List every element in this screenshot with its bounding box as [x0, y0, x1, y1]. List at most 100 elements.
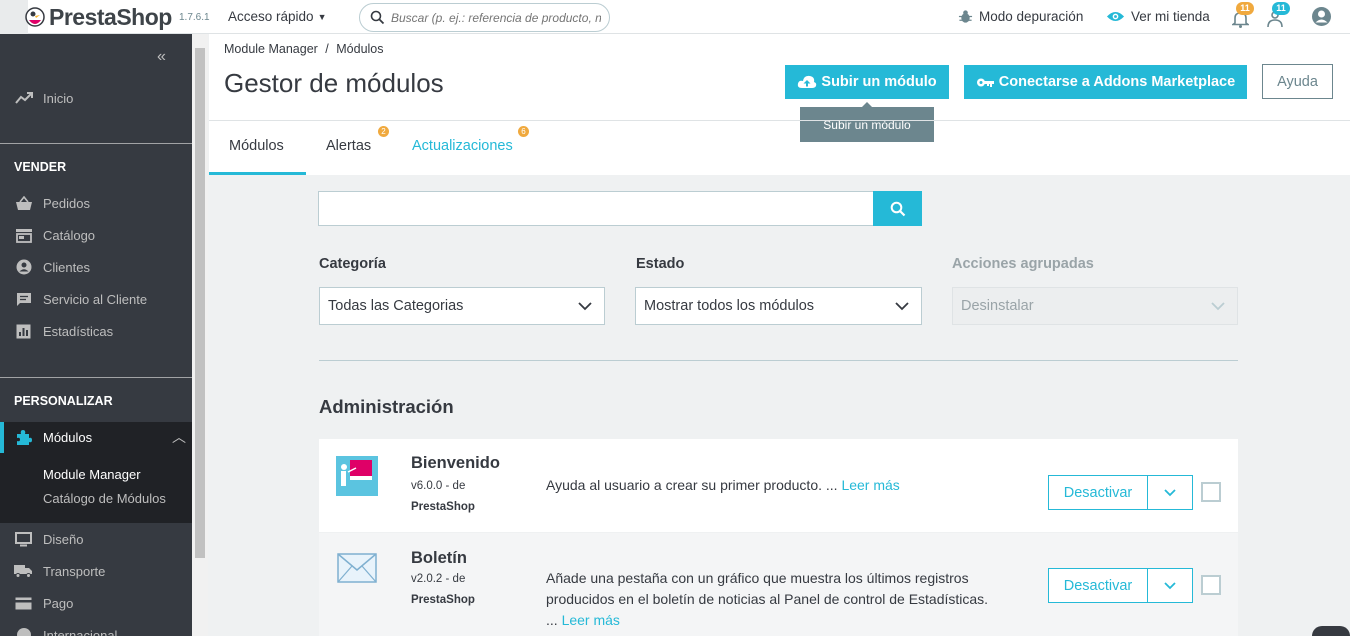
- sidebar-item-label: Catálogo: [43, 227, 96, 243]
- sidebar-section-personalizar: PERSONALIZAR: [14, 394, 113, 408]
- module-author: PrestaShop: [411, 594, 475, 606]
- upload-module-button[interactable]: Subir un módulo: [785, 65, 949, 99]
- module-actions-dropdown[interactable]: [1148, 476, 1192, 509]
- sidebar-scrollbar[interactable]: [192, 34, 208, 636]
- category-select[interactable]: Todas las Categorias: [319, 287, 605, 325]
- page-header: Module Manager / Módulos Gestor de módul…: [209, 34, 1350, 175]
- module-welcome-icon: [336, 456, 378, 496]
- status-select[interactable]: Mostrar todos los módulos: [635, 287, 922, 325]
- page-title: Gestor de módulos: [224, 68, 444, 98]
- envelope-icon: [337, 553, 377, 583]
- help-button[interactable]: Ayuda: [1262, 64, 1333, 99]
- module-actions-dropdown[interactable]: [1148, 569, 1192, 602]
- read-more-link[interactable]: Leer más: [841, 477, 899, 493]
- sidebar-item-label: Módulos: [43, 430, 93, 445]
- debug-mode-label: Modo depuración: [979, 9, 1084, 24]
- module-select-checkbox[interactable]: [1201, 482, 1221, 502]
- store-icon: [15, 228, 32, 243]
- monitor-icon: [15, 531, 32, 546]
- tab-modulos[interactable]: Módulos: [229, 138, 284, 154]
- customers-badge: 11: [1272, 2, 1290, 15]
- breadcrumb: Module Manager / Módulos: [224, 42, 384, 56]
- bulk-actions-label: Acciones agrupadas: [952, 256, 1094, 272]
- module-version: v2.0.2 - de: [411, 573, 466, 585]
- sidebar-section-vender: VENDER: [14, 160, 67, 174]
- credit-card-icon: [15, 597, 32, 609]
- sidebar: « Inicio VENDER Pedidos Catálogo Cliente…: [0, 34, 192, 636]
- module-search-button[interactable]: [873, 191, 922, 226]
- sidebar-item-label: Transporte: [43, 563, 106, 579]
- sidebar-item-inicio[interactable]: Inicio: [0, 82, 192, 114]
- collapse-sidebar-icon[interactable]: «: [157, 48, 166, 66]
- addons-connect-button[interactable]: Conectarse a Addons Marketplace: [964, 65, 1247, 99]
- sidebar-item-label: Clientes: [43, 259, 90, 275]
- top-header: PrestaShop 1.7.6.1 Acceso rápido ▼ Modo …: [0, 0, 1350, 34]
- status-label: Estado: [636, 256, 685, 272]
- quick-access-dropdown[interactable]: Acceso rápido ▼: [228, 9, 326, 24]
- sidebar-item-servicio[interactable]: Servicio al Cliente: [0, 283, 192, 315]
- sidebar-item-label: Servicio al Cliente: [43, 291, 148, 307]
- module-name: Bienvenido: [411, 454, 500, 472]
- bug-icon: [958, 10, 973, 23]
- logo[interactable]: PrestaShop: [0, 0, 172, 34]
- sidebar-item-label: Estadísticas: [43, 323, 114, 339]
- module-action-group: Desactivar: [1048, 475, 1193, 510]
- deactivate-button[interactable]: Desactivar: [1049, 569, 1148, 602]
- module-search-input[interactable]: [318, 191, 874, 226]
- sidebar-item-diseno[interactable]: Diseño: [0, 523, 192, 555]
- read-more-link[interactable]: Leer más: [562, 612, 620, 628]
- notifications-badge: 11: [1236, 2, 1254, 15]
- search-icon: [890, 201, 905, 216]
- active-tab-indicator: [209, 172, 306, 175]
- module-version: v6.0.0 - de: [411, 480, 466, 492]
- bulk-actions-select: Desinstalar: [952, 287, 1238, 325]
- breadcrumb-item[interactable]: Module Manager: [224, 42, 318, 56]
- tab-actualizaciones[interactable]: Actualizaciones 6: [412, 126, 529, 154]
- upload-tooltip: Subir un módulo: [800, 102, 934, 142]
- cloud-upload-icon: [798, 75, 817, 88]
- eye-icon: [1106, 11, 1125, 22]
- sidebar-item-pago[interactable]: Pago: [0, 587, 192, 619]
- header-search-input[interactable]: [391, 10, 601, 25]
- trend-icon: [14, 92, 33, 104]
- chevron-down-icon: [578, 301, 592, 310]
- section-title: Administración: [319, 396, 454, 417]
- sidebar-item-label: Internacional: [43, 627, 118, 636]
- update-count-badge: 6: [518, 126, 529, 137]
- customers-notifications-button[interactable]: 11: [1266, 2, 1290, 28]
- globe-icon: [16, 628, 31, 636]
- deactivate-button[interactable]: Desactivar: [1049, 476, 1148, 509]
- notifications-button[interactable]: 11: [1231, 2, 1254, 28]
- account-icon[interactable]: [1311, 6, 1332, 27]
- help-chat-button[interactable]: [1312, 626, 1350, 636]
- sidebar-item-internacional[interactable]: Internacional: [0, 619, 192, 636]
- debug-mode-link[interactable]: Modo depuración: [958, 9, 1083, 24]
- tab-alertas[interactable]: Alertas 2: [326, 126, 389, 154]
- sidebar-item-catalogo[interactable]: Catálogo: [0, 219, 192, 251]
- header-search[interactable]: [359, 3, 610, 32]
- breadcrumb-item[interactable]: Módulos: [336, 42, 383, 56]
- logo-text: PrestaShop: [49, 4, 172, 30]
- sidebar-item-label: Pago: [43, 595, 74, 611]
- sidebar-submenu: Module Manager Catálogo de Módulos: [0, 453, 192, 523]
- puzzle-icon: [17, 430, 32, 445]
- module-description: Añade una pestaña con un gráfico que mue…: [546, 570, 989, 628]
- sidebar-subitem-module-manager[interactable]: Module Manager: [43, 467, 141, 482]
- sidebar-item-clientes[interactable]: Clientes: [0, 251, 192, 283]
- sidebar-item-transporte[interactable]: Transporte: [0, 555, 192, 587]
- sidebar-item-label: Diseño: [43, 531, 84, 547]
- sidebar-item-pedidos[interactable]: Pedidos: [0, 187, 192, 219]
- chat-icon: [16, 292, 31, 306]
- basket-icon: [15, 195, 32, 210]
- chevron-down-icon: [1164, 488, 1176, 496]
- chevron-down-icon: [1164, 581, 1176, 589]
- module-select-checkbox[interactable]: [1201, 575, 1221, 595]
- view-store-link[interactable]: Ver mi tienda: [1106, 9, 1210, 24]
- sidebar-item-estadisticas[interactable]: Estadísticas: [0, 315, 192, 347]
- alert-count-badge: 2: [378, 126, 389, 137]
- category-label: Categoría: [319, 256, 386, 272]
- sidebar-subitem-catalogo-modulos[interactable]: Catálogo de Módulos: [43, 491, 166, 506]
- sidebar-item-modulos[interactable]: Módulos ︿: [0, 422, 192, 453]
- module-description: Ayuda al usuario a crear su primer produ…: [546, 477, 900, 493]
- module-name: Boletín: [411, 549, 467, 567]
